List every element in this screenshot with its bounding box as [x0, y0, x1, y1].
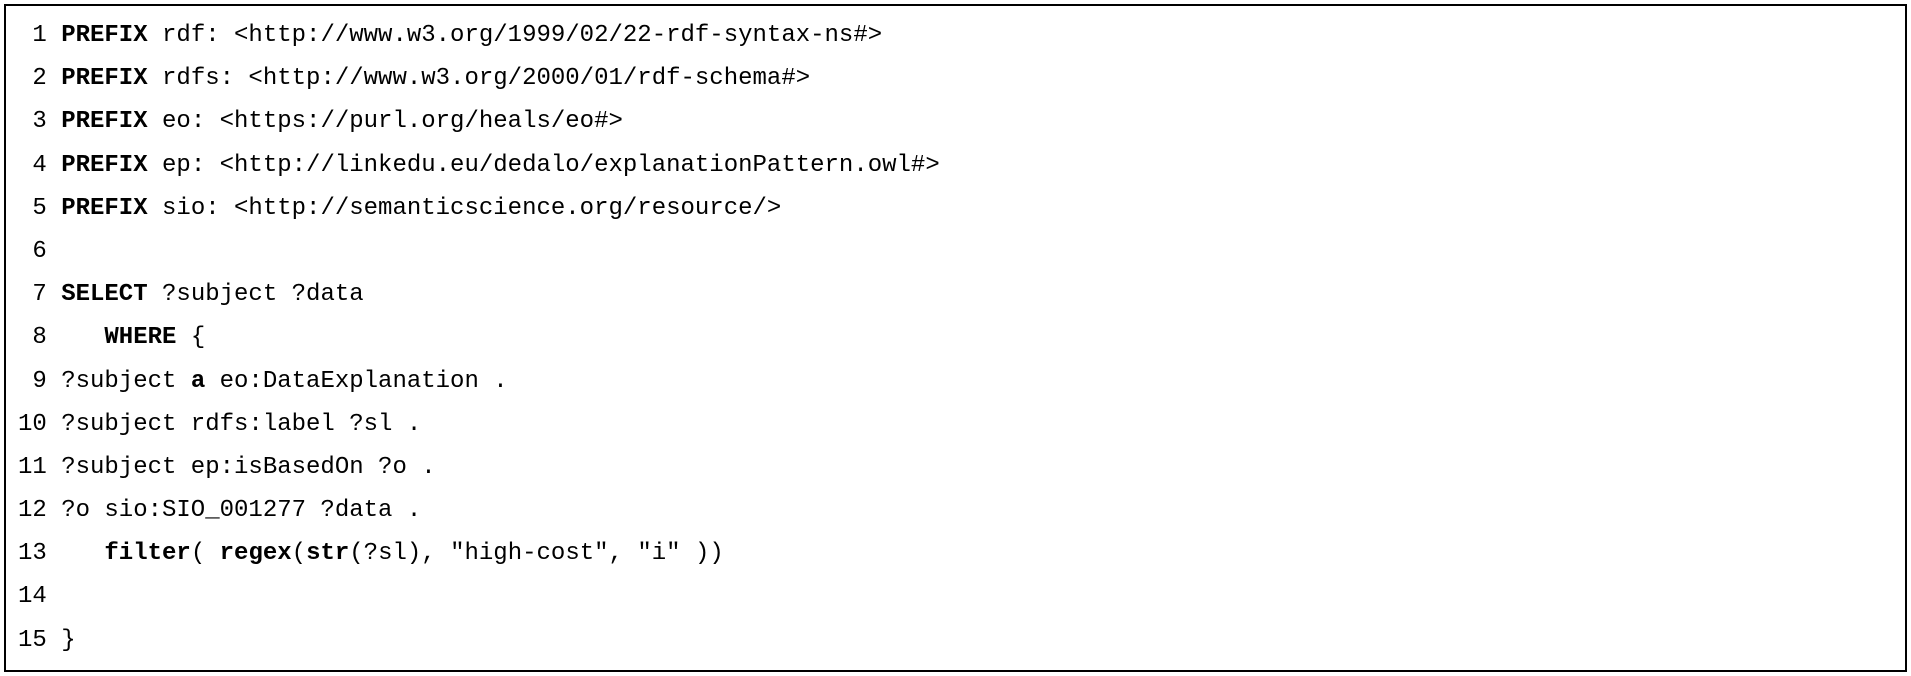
- keyword-token: a: [191, 368, 205, 395]
- line-number: 10: [18, 403, 47, 446]
- line-number: 11: [18, 446, 47, 489]
- code-line: 15}: [18, 619, 1893, 662]
- keyword-token: PREFIX: [61, 65, 147, 92]
- text-token: eo: <https://purl.org/heals/eo#>: [148, 108, 623, 135]
- code-content: PREFIX sio: <http://semanticscience.org/…: [61, 187, 781, 230]
- code-content: ?subject ep:isBasedOn ?o .: [61, 446, 435, 489]
- text-token: ?o sio:SIO_001277 ?data .: [61, 497, 421, 524]
- keyword-token: WHERE: [104, 324, 176, 351]
- text-token: eo:DataExplanation .: [205, 368, 507, 395]
- line-number: 6: [18, 230, 47, 273]
- text-token: [61, 324, 104, 351]
- line-number: 5: [18, 187, 47, 230]
- code-content: PREFIX ep: <http://linkedu.eu/dedalo/exp…: [61, 144, 940, 187]
- line-number: 12: [18, 489, 47, 532]
- line-number: 3: [18, 100, 47, 143]
- code-line: 9 ?subject a eo:DataExplanation .: [18, 360, 1893, 403]
- keyword-token: PREFIX: [61, 195, 147, 222]
- text-token: {: [176, 324, 205, 351]
- code-line: 11 ?subject ep:isBasedOn ?o .: [18, 446, 1893, 489]
- keyword-token: PREFIX: [61, 152, 147, 179]
- code-content: WHERE {: [61, 316, 205, 359]
- code-line: 5 PREFIX sio: <http://semanticscience.org…: [18, 187, 1893, 230]
- line-number: 7: [18, 273, 47, 316]
- text-token: ?subject: [61, 368, 191, 395]
- code-content: filter( regex(str(?sl), "high-cost", "i"…: [61, 532, 724, 575]
- line-number: 15: [18, 619, 47, 662]
- keyword-token: str: [306, 540, 349, 567]
- code-line: 3 PREFIX eo: <https://purl.org/heals/eo#>: [18, 100, 1893, 143]
- code-content: ?subject rdfs:label ?sl .: [61, 403, 421, 446]
- code-content: PREFIX rdfs: <http://www.w3.org/2000/01/…: [61, 57, 810, 100]
- line-number: 14: [18, 575, 47, 618]
- code-content: SELECT ?subject ?data: [61, 273, 363, 316]
- text-token: (: [191, 540, 220, 567]
- code-content: ?o sio:SIO_001277 ?data .: [61, 489, 421, 532]
- code-line: 6: [18, 230, 1893, 273]
- code-line: 4 PREFIX ep: <http://linkedu.eu/dedalo/ex…: [18, 144, 1893, 187]
- keyword-token: regex: [220, 540, 292, 567]
- text-token: ?subject ep:isBasedOn ?o .: [61, 454, 435, 481]
- keyword-token: filter: [104, 540, 190, 567]
- code-line: 1 PREFIX rdf: <http://www.w3.org/1999/02/…: [18, 14, 1893, 57]
- code-line: 8 WHERE {: [18, 316, 1893, 359]
- text-token: (: [292, 540, 306, 567]
- text-token: ?subject rdfs:label ?sl .: [61, 411, 421, 438]
- keyword-token: SELECT: [61, 281, 147, 308]
- code-content: ?subject a eo:DataExplanation .: [61, 360, 507, 403]
- text-token: ?subject ?data: [148, 281, 364, 308]
- code-line: 13 filter( regex(str(?sl), "high-cost", …: [18, 532, 1893, 575]
- code-content: PREFIX eo: <https://purl.org/heals/eo#>: [61, 100, 623, 143]
- text-token: [61, 540, 104, 567]
- line-number: 2: [18, 57, 47, 100]
- code-content: }: [61, 619, 75, 662]
- code-line: 12 ?o sio:SIO_001277 ?data .: [18, 489, 1893, 532]
- keyword-token: PREFIX: [61, 22, 147, 49]
- line-number: 4: [18, 144, 47, 187]
- text-token: }: [61, 627, 75, 654]
- text-token: rdfs: <http://www.w3.org/2000/01/rdf-sch…: [148, 65, 811, 92]
- code-content: PREFIX rdf: <http://www.w3.org/1999/02/2…: [61, 14, 882, 57]
- line-number: 8: [18, 316, 47, 359]
- text-token: (?sl), "high-cost", "i" )): [349, 540, 723, 567]
- keyword-token: PREFIX: [61, 108, 147, 135]
- code-line: 2 PREFIX rdfs: <http://www.w3.org/2000/01…: [18, 57, 1893, 100]
- text-token: ep: <http://linkedu.eu/dedalo/explanatio…: [148, 152, 940, 179]
- line-number: 13: [18, 532, 47, 575]
- text-token: sio: <http://semanticscience.org/resourc…: [148, 195, 782, 222]
- text-token: rdf: <http://www.w3.org/1999/02/22-rdf-s…: [148, 22, 883, 49]
- line-number: 9: [18, 360, 47, 403]
- code-line: 7 SELECT ?subject ?data: [18, 273, 1893, 316]
- line-number: 1: [18, 14, 47, 57]
- code-line: 14: [18, 575, 1893, 618]
- code-listing: 1 PREFIX rdf: <http://www.w3.org/1999/02/…: [4, 4, 1907, 672]
- code-line: 10 ?subject rdfs:label ?sl .: [18, 403, 1893, 446]
